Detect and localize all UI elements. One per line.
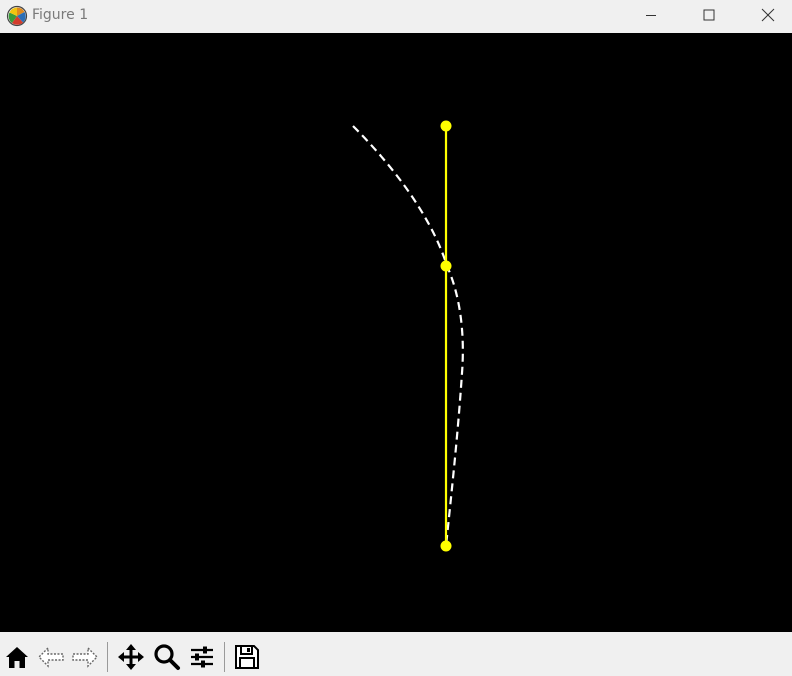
minimize-icon [646, 15, 656, 16]
window-titlebar: Figure 1 [0, 0, 792, 33]
navigation-toolbar [0, 632, 792, 676]
maximize-icon [703, 9, 715, 21]
forward-button[interactable] [70, 642, 100, 672]
pendulum-joint [440, 260, 452, 272]
home-icon [6, 647, 28, 668]
figure-canvas[interactable] [0, 33, 792, 632]
zoom-button[interactable] [152, 642, 182, 672]
pendulum-plot [352, 120, 464, 552]
toolbar-separator [107, 642, 108, 672]
back-button[interactable] [36, 642, 66, 672]
configure-subplots-button[interactable] [187, 642, 217, 672]
pendulum-bob [440, 540, 452, 552]
minimize-button[interactable] [628, 0, 674, 30]
move-icon [118, 644, 144, 670]
forward-arrow-icon [72, 646, 98, 668]
zoom-icon [154, 644, 180, 670]
pan-button[interactable] [116, 642, 146, 672]
home-button[interactable] [2, 642, 32, 672]
close-button[interactable] [745, 0, 791, 30]
matplotlib-icon [6, 5, 28, 27]
sliders-icon [191, 646, 213, 668]
close-icon [761, 8, 775, 22]
save-button[interactable] [232, 642, 262, 672]
pendulum-pivot [440, 120, 452, 132]
save-icon [235, 645, 259, 669]
maximize-button[interactable] [686, 0, 732, 30]
back-arrow-icon [38, 646, 64, 668]
window-title: Figure 1 [32, 7, 89, 23]
toolbar-separator [224, 642, 225, 672]
